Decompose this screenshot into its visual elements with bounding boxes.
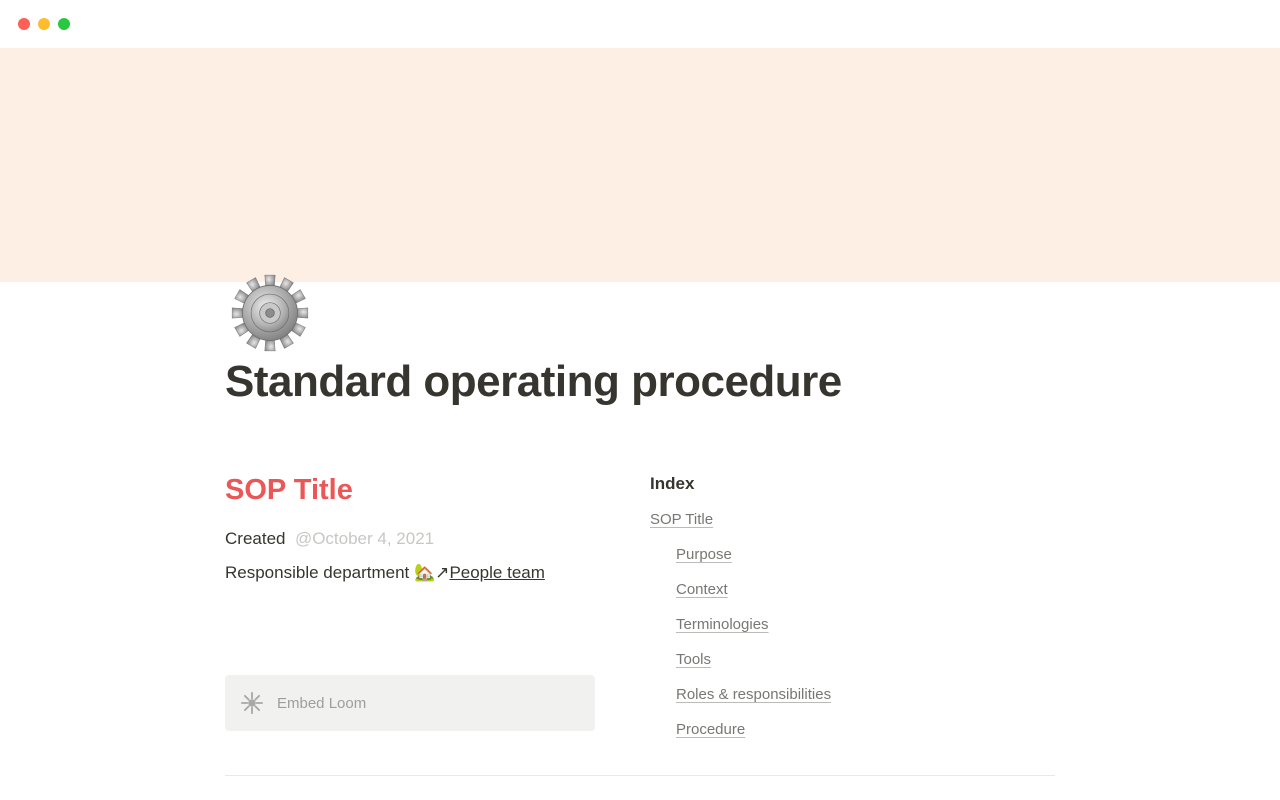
page-icon[interactable] [225, 268, 315, 358]
toc-link-sop-title[interactable]: SOP Title [650, 511, 713, 528]
divider [225, 775, 1055, 776]
created-label: Created [225, 529, 285, 548]
cover-image[interactable] [0, 48, 1280, 282]
created-date-mention[interactable]: @October 4, 2021 [295, 529, 434, 548]
window-close-button[interactable] [18, 18, 30, 30]
toc-link-procedure[interactable]: Procedure [676, 721, 745, 738]
toc-link-tools[interactable]: Tools [676, 651, 711, 668]
gear-icon [227, 270, 313, 356]
embed-loom-block[interactable]: Embed Loom [225, 675, 595, 731]
sop-title-heading[interactable]: SOP Title [225, 474, 620, 507]
index-heading: Index [650, 474, 1055, 494]
table-of-contents: SOP Title Purpose Context Terminologies … [650, 512, 1055, 737]
toc-link-roles[interactable]: Roles & responsibilities [676, 686, 831, 703]
embed-loom-label: Embed Loom [277, 695, 366, 712]
page-title[interactable]: Standard operating procedure [225, 358, 1055, 406]
window-zoom-button[interactable] [58, 18, 70, 30]
responsible-link[interactable]: People team [449, 563, 544, 582]
window-minimize-button[interactable] [38, 18, 50, 30]
toc-link-terminologies[interactable]: Terminologies [676, 616, 769, 633]
house-icon: 🏡↗ [414, 563, 449, 583]
created-line[interactable]: Created @October 4, 2021 [225, 529, 620, 549]
toc-link-context[interactable]: Context [676, 581, 728, 598]
window-titlebar [0, 0, 1280, 48]
responsible-line[interactable]: Responsible department 🏡↗People team [225, 563, 620, 583]
loom-icon [241, 692, 263, 714]
toc-link-purpose[interactable]: Purpose [676, 546, 732, 563]
responsible-label: Responsible department [225, 563, 414, 582]
